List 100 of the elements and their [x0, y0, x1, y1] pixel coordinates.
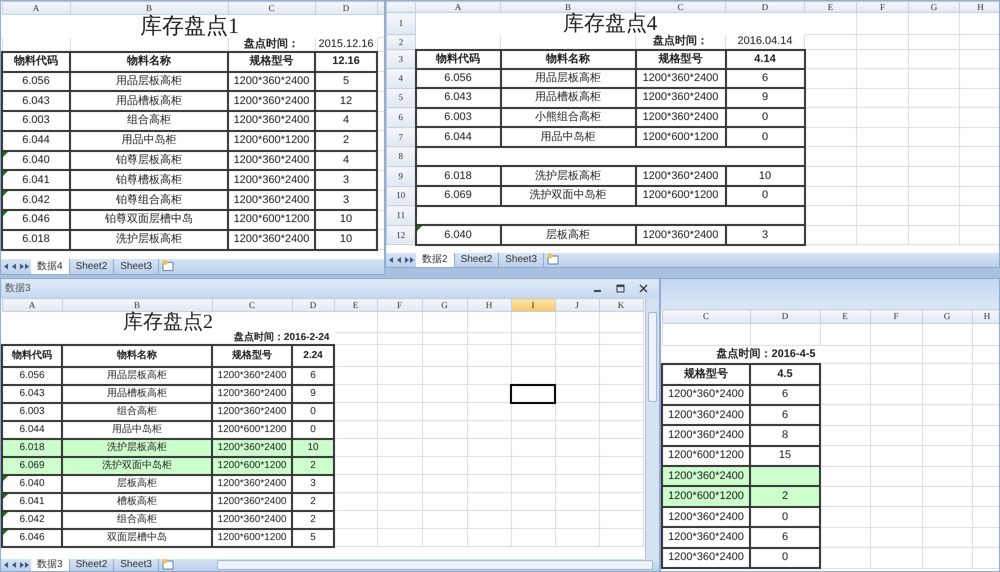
table-cell: 1200*600*1200	[636, 186, 726, 206]
maximize-icon[interactable]	[616, 284, 625, 293]
column-header[interactable]: B	[70, 2, 228, 14]
column-header[interactable]: I	[511, 298, 555, 312]
table-cell: 6.018	[416, 166, 500, 186]
column-header[interactable]: J	[555, 298, 599, 312]
row-header[interactable]: 3	[386, 50, 416, 68]
table-cell: 8	[750, 425, 820, 446]
table-cell: 6.018	[2, 230, 70, 250]
table-cell: 1200*360*2400	[636, 166, 726, 186]
row-header[interactable]: 10	[386, 186, 416, 206]
column-header[interactable]: E	[820, 310, 870, 324]
table-cell: 0	[726, 186, 804, 206]
table-cell: 1200*600*1200	[212, 528, 292, 546]
table-cell: 6.041	[2, 492, 62, 510]
table-cell: 洗护双面中岛柜	[500, 186, 636, 206]
sheet-tab[interactable]: Sheet3	[114, 259, 159, 274]
row-header[interactable]: 1	[386, 12, 416, 34]
table-cell: 1200*360*2400	[228, 150, 315, 170]
column-header[interactable]: D	[726, 2, 804, 12]
table-cell: 6.046	[2, 528, 62, 546]
column-header[interactable]: D	[750, 310, 820, 324]
table-cell: 10	[315, 230, 377, 250]
table-cell: 1200*360*2400	[662, 548, 750, 568]
sheet-tab[interactable]: Sheet3	[114, 559, 159, 571]
row-header[interactable]: 9	[386, 166, 416, 186]
column-header[interactable]: G	[922, 310, 972, 324]
row-header[interactable]: 5	[386, 88, 416, 108]
column-header[interactable]: H	[972, 310, 999, 324]
table-cell: 1200*360*2400	[212, 492, 292, 510]
table-cell: 1200*360*2400	[662, 466, 750, 486]
sheet-tab[interactable]: 数据4	[31, 259, 70, 274]
count-date: 盘点时间：2016-4-5	[662, 346, 820, 364]
row-header[interactable]: 12	[386, 225, 416, 245]
row-header[interactable]: 7	[386, 127, 416, 147]
column-header[interactable]: B	[62, 298, 212, 312]
table-cell: 洗护层板高柜	[500, 166, 636, 186]
table-cell: 1200*360*2400	[636, 68, 726, 88]
selected-cell[interactable]	[511, 384, 555, 402]
sheet-tab[interactable]: 数据3	[31, 559, 70, 571]
column-header[interactable]: B	[500, 2, 636, 12]
close-icon[interactable]	[639, 284, 648, 293]
table-cell: 双面层槽中岛	[62, 528, 212, 546]
table-cell: 1200*360*2400	[228, 170, 315, 190]
table-cell: 9	[292, 384, 334, 402]
table-cell: 1200*600*1200	[636, 127, 726, 147]
table-cell: 6	[726, 68, 804, 88]
column-header[interactable]: C	[662, 310, 750, 324]
column-header[interactable]: H	[467, 298, 511, 312]
column-header[interactable]: F	[377, 298, 422, 312]
table-cell: 12	[315, 91, 377, 112]
table-cell: 组合高柜	[62, 402, 212, 420]
table-cell: 槽板高柜	[62, 492, 212, 510]
sheet-tab[interactable]: Sheet2	[70, 259, 114, 274]
column-header[interactable]: C	[228, 2, 315, 14]
sheet-tab[interactable]: Sheet2	[70, 559, 114, 571]
table-cell: 6.043	[416, 88, 500, 108]
table-cell: 4	[315, 150, 377, 170]
table-cell: 6.044	[416, 127, 500, 147]
table-cell: 1200*360*2400	[228, 190, 315, 210]
row-header[interactable]: 2	[386, 34, 416, 50]
column-header[interactable]: G	[908, 2, 960, 12]
sheet-tab[interactable]: Sheet2	[454, 253, 500, 267]
horizontal-scrollbar[interactable]	[216, 560, 653, 570]
table-cell: 1200*360*2400	[636, 225, 726, 245]
table-cell: 6	[750, 404, 820, 426]
column-header[interactable]: C	[212, 298, 292, 312]
table-cell: 2	[292, 492, 334, 510]
table-cell: 洗护层板高柜	[70, 230, 228, 250]
column-header[interactable]: E	[804, 2, 856, 12]
window-title: 数据3	[5, 282, 31, 296]
column-header[interactable]: C	[636, 2, 726, 12]
table-cell: 4	[315, 111, 377, 131]
column-header[interactable]: E	[334, 298, 377, 312]
column-header[interactable]: F	[870, 310, 922, 324]
column-header[interactable]: F	[856, 2, 908, 12]
sheet-tab[interactable]: 数据2	[416, 253, 455, 267]
sheet-tab[interactable]: Sheet3	[499, 253, 544, 267]
column-header[interactable]: D	[315, 2, 377, 14]
row-header[interactable]: 6	[386, 108, 416, 128]
row-header[interactable]: 11	[386, 206, 416, 226]
row-header[interactable]: 8	[386, 146, 416, 166]
table-cell: 1200*360*2400	[228, 111, 315, 131]
table-cell: 6.056	[2, 366, 62, 384]
column-header[interactable]: A	[2, 2, 70, 14]
vertical-scrollbar[interactable]	[645, 298, 659, 559]
table-cell: 6.042	[2, 190, 70, 210]
column-header[interactable]: K	[599, 298, 643, 312]
table-cell: 铂尊双面层槽中岛	[70, 210, 228, 230]
row-header[interactable]: 4	[386, 68, 416, 88]
column-heading: 物料名称	[500, 50, 636, 68]
column-header[interactable]: G	[422, 298, 467, 312]
column-header[interactable]: A	[2, 298, 62, 312]
table-cell: 9	[726, 88, 804, 108]
column-header[interactable]: D	[292, 298, 334, 312]
table-cell: 6.043	[2, 91, 70, 112]
column-header[interactable]: H	[960, 2, 999, 12]
table-cell: 6.040	[2, 150, 70, 170]
table-cell: 1200*360*2400	[212, 474, 292, 492]
column-header[interactable]: A	[416, 2, 500, 12]
